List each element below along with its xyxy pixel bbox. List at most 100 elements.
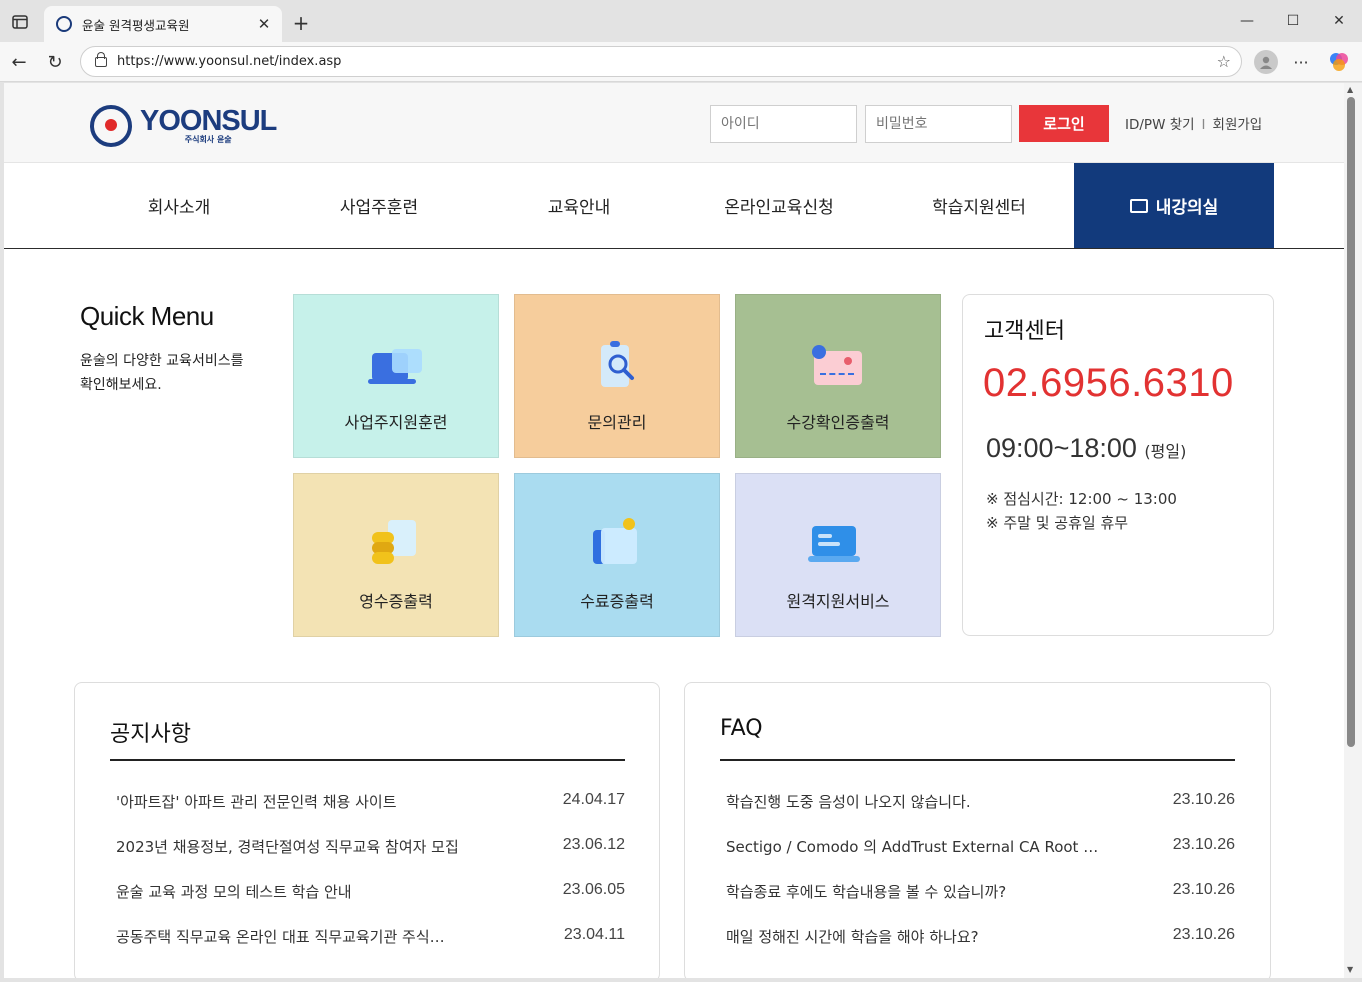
notice-row-date: 23.06.12 [562,836,625,853]
card-certificate-icon [808,339,868,391]
quick-completion-certificate-label: 수료증출력 [580,592,654,611]
notice-row-text: 윤술 교육 과정 모의 테스트 학습 안내 [116,883,352,901]
search-document-icon [587,339,647,391]
quick-inquiry[interactable]: 문의관리 [514,294,720,458]
faq-row-date: 23.10.26 [1172,791,1235,808]
close-window-icon[interactable]: ✕ [1327,10,1351,32]
faq-title[interactable]: FAQ [720,716,763,741]
quick-menu-title: Quick Menu [80,301,214,331]
faq-row-text: 학습진행 도중 음성이 나오지 않습니다. [726,793,971,811]
favorite-star-icon[interactable]: ☆ [1217,52,1231,71]
find-id-pw-link[interactable]: ID/PW 찾기 [1125,117,1195,133]
remote-monitor-icon [808,518,868,570]
nav-my-lecture-room[interactable]: 내강의실 [1074,163,1274,248]
new-tab-icon[interactable]: + [290,11,312,35]
faq-row-date: 23.10.26 [1172,836,1235,853]
help-links-separator: I [1201,117,1206,133]
nav-online-apply[interactable]: 온라인교육신청 [679,163,879,248]
customer-center-phone[interactable]: 02.6956.6310 [983,361,1234,406]
lock-icon [95,51,107,67]
scrollbar-thumb[interactable] [1347,97,1355,747]
faq-row[interactable]: 학습진행 도중 음성이 나오지 않습니다. 23.10.26 [720,791,1235,815]
more-menu-icon[interactable]: ··· [1290,51,1312,73]
page-viewport: YOONSUL 주식회사 윤술 로그인 ID/PW 찾기 I 회원가입 회사소개 사… [4,83,1344,978]
profile-avatar-icon[interactable] [1254,50,1278,74]
faq-row-date: 23.10.26 [1172,881,1235,898]
lunch-time-note: ※ 점심시간: 12:00 ~ 13:00 [986,490,1177,508]
faq-divider [720,759,1235,761]
customer-center-title: 고객센터 [984,319,1065,344]
holiday-note: ※ 주말 및 공휴일 휴무 [986,514,1129,532]
quick-menu-description: 윤술의 다양한 교육서비스를 확인해보세요. [80,349,260,397]
url-field[interactable]: https://www.yoonsul.net/index.asp ☆ [80,46,1242,77]
tab-title: 윤술 원격평생교육원 [82,17,190,33]
notice-row-text: '아파트잡' 아파트 관리 전문인력 채용 사이트 [116,793,397,811]
notice-row[interactable]: 윤술 교육 과정 모의 테스트 학습 안내 23.06.05 [110,881,625,905]
customer-center-hours: 09:00~18:00 (평일) [986,433,1186,464]
nav-company[interactable]: 회사소개 [79,163,279,248]
scroll-up-icon[interactable]: ▲ [1347,85,1353,94]
refresh-icon[interactable]: ↻ [44,51,66,73]
quick-receipt[interactable]: 영수증출력 [293,473,499,637]
quick-remote-support-label: 원격지원서비스 [786,592,890,611]
quick-receipt-label: 영수증출력 [359,592,433,611]
notice-row[interactable]: 공동주택 직무교육 온라인 대표 직무교육기관 주식… 23.04.11 [110,926,625,950]
tab-bar: 윤술 원격평생교육원 ✕ + — ☐ ✕ [0,0,1362,42]
notice-board: 공지사항 '아파트잡' 아파트 관리 전문인력 채용 사이트 24.04.17 2… [74,682,660,978]
nav-employer-training[interactable]: 사업주훈련 [279,163,479,248]
quick-remote-support[interactable]: 원격지원서비스 [735,473,941,637]
notice-row-text: 공동주택 직무교육 온라인 대표 직무교육기관 주식… [116,928,445,946]
faq-row-text: Sectigo / Comodo 의 AddTrust External CA … [726,838,1099,856]
certificate-scroll-icon [587,518,647,570]
faq-row-text: 학습종료 후에도 학습내용을 볼 수 있습니까? [726,883,1007,901]
quick-employer-training-label: 사업주지원훈련 [344,413,448,432]
customer-center-hours-time: 09:00~18:00 [986,433,1137,463]
quick-employer-training[interactable]: 사업주지원훈련 [293,294,499,458]
scroll-down-icon[interactable]: ▼ [1347,965,1353,974]
notice-row-text: 2023년 채용정보, 경력단절여성 직무교육 참여자 모집 [116,838,459,856]
quick-attendance-certificate[interactable]: 수강확인증출력 [735,294,941,458]
edit-note-icon [1129,198,1148,213]
nav-my-lecture-label: 내강의실 [1155,198,1219,218]
join-link[interactable]: 회원가입 [1213,117,1263,133]
logo-mark-icon [90,105,132,147]
back-icon[interactable]: ← [8,51,30,73]
login-button[interactable]: 로그인 [1019,105,1109,142]
notice-row[interactable]: 2023년 채용정보, 경력단절여성 직무교육 참여자 모집 23.06.12 [110,836,625,860]
faq-row-date: 23.10.26 [1172,926,1235,943]
quick-completion-certificate[interactable]: 수료증출력 [514,473,720,637]
quick-inquiry-label: 문의관리 [587,413,647,432]
tab-active[interactable]: 윤술 원격평생교육원 ✕ [44,6,282,42]
notice-row-date: 23.04.11 [563,926,625,943]
logo-name: YOONSUL [140,104,277,137]
faq-row-text: 매일 정해진 시간에 학습을 해야 하나요? [726,928,979,946]
faq-board: FAQ 학습진행 도중 음성이 나오지 않습니다. 23.10.26 Sectig… [684,682,1271,978]
site-logo[interactable]: YOONSUL 주식회사 윤술 [90,104,277,147]
id-input[interactable] [710,105,857,143]
help-links: ID/PW 찾기 I 회원가입 [1125,113,1262,133]
notice-row-date: 24.04.17 [562,791,625,808]
password-input[interactable] [865,105,1012,143]
customer-center-panel: 고객센터 02.6956.6310 09:00~18:00 (평일) ※ 점심시… [962,294,1274,636]
nav-learning-support[interactable]: 학습지원센터 [879,163,1079,248]
notice-title[interactable]: 공지사항 [110,716,191,748]
customer-center-hours-note: (평일) [1144,442,1187,461]
nav-education-info[interactable]: 교육안내 [479,163,679,248]
faq-row[interactable]: 매일 정해진 시간에 학습을 해야 하나요? 23.10.26 [720,926,1235,950]
site-header: YOONSUL 주식회사 윤술 로그인 ID/PW 찾기 I 회원가입 [4,83,1344,163]
address-bar: ← ↻ https://www.yoonsul.net/index.asp ☆ … [0,42,1362,82]
url-text: https://www.yoonsul.net/index.asp [117,54,342,69]
minimize-icon[interactable]: — [1235,10,1259,32]
close-tab-icon[interactable]: ✕ [256,15,272,33]
page-scrollbar[interactable]: ▲ ▼ [1344,83,1362,978]
faq-row[interactable]: Sectigo / Comodo 의 AddTrust External CA … [720,836,1235,860]
maximize-icon[interactable]: ☐ [1281,10,1305,32]
quick-menu-desc-line2: 확인해보세요. [80,377,162,393]
training-video-icon [366,339,426,391]
notice-row-date: 23.06.05 [562,881,625,898]
tab-actions-icon[interactable] [10,12,30,32]
quick-attendance-certificate-label: 수강확인증출력 [786,413,890,432]
notice-row[interactable]: '아파트잡' 아파트 관리 전문인력 채용 사이트 24.04.17 [110,791,625,815]
copilot-icon[interactable] [1328,51,1350,73]
faq-row[interactable]: 학습종료 후에도 학습내용을 볼 수 있습니까? 23.10.26 [720,881,1235,905]
